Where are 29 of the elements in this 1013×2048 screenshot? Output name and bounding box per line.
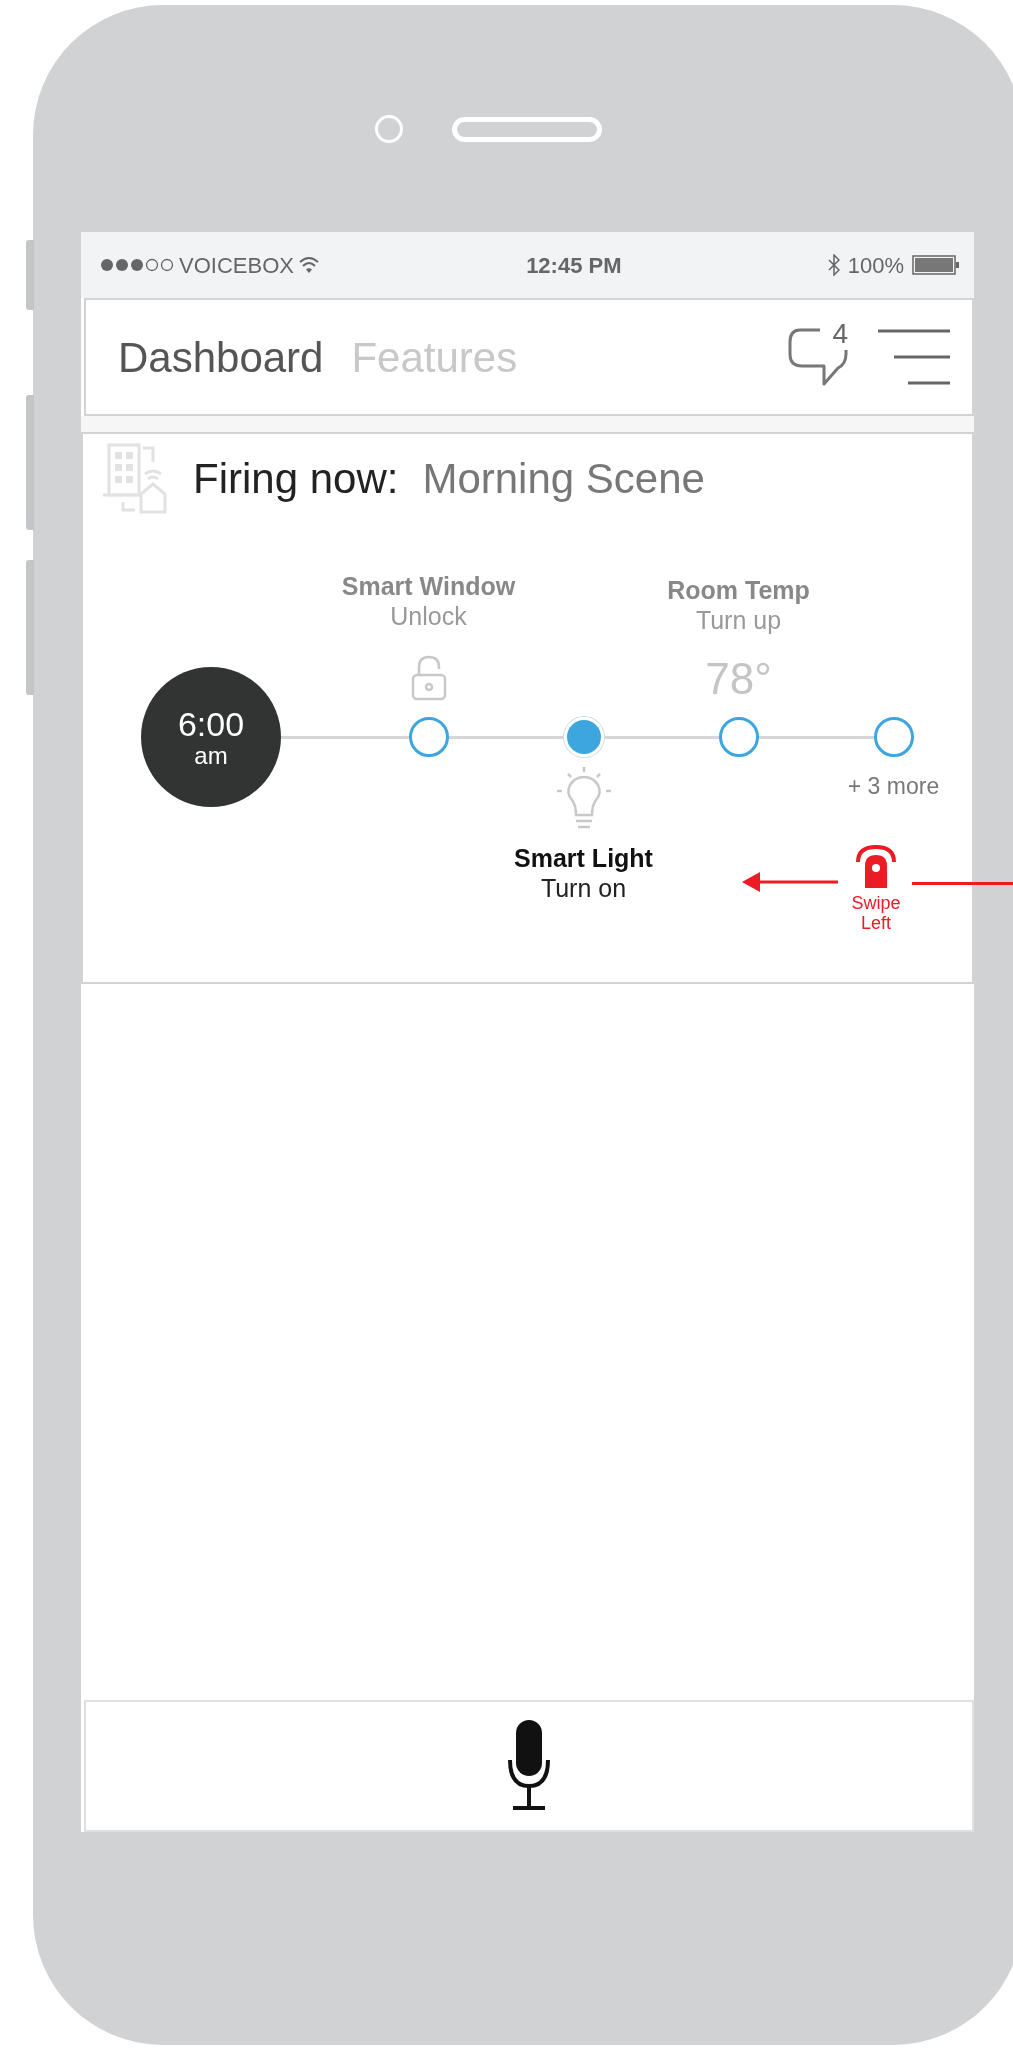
timeline-node[interactable] (873, 717, 914, 757)
timeline-node[interactable] (408, 717, 449, 757)
battery-percent: 100% (847, 251, 904, 280)
timeline-node[interactable] (718, 717, 759, 757)
padlock-icon (410, 655, 447, 701)
temperature-reading: 78° (705, 657, 772, 701)
step-title: Smart Window (341, 571, 516, 601)
carrier-name: VOICEBOX (179, 251, 294, 280)
signal-icon (99, 257, 175, 273)
status-time: 12:45 PM (526, 252, 622, 278)
time-text: 6:00 (177, 706, 245, 744)
more-steps-link[interactable]: + 3 more (847, 769, 940, 804)
wifi-icon (297, 256, 320, 274)
scene-name: Morning Scene (422, 453, 705, 504)
message-count: 4 (832, 320, 848, 348)
step-action: Turn on (540, 873, 627, 903)
step-title: Room Temp (667, 575, 810, 605)
gesture-hint-label: Swipe Left (850, 894, 902, 934)
bluetooth-icon (827, 254, 840, 276)
step-title: Smart Light (514, 843, 653, 873)
light-bulb-icon (555, 767, 612, 829)
time-period: am (194, 743, 228, 768)
step-action: Turn up (695, 605, 782, 635)
step-action: Unlock (390, 601, 467, 631)
scene-label: Firing now: (193, 453, 399, 504)
nav-tab[interactable]: Dashboard (118, 325, 324, 389)
battery-icon (912, 255, 960, 275)
chat-bubble-icon[interactable] (788, 326, 848, 388)
front-camera (375, 115, 403, 143)
